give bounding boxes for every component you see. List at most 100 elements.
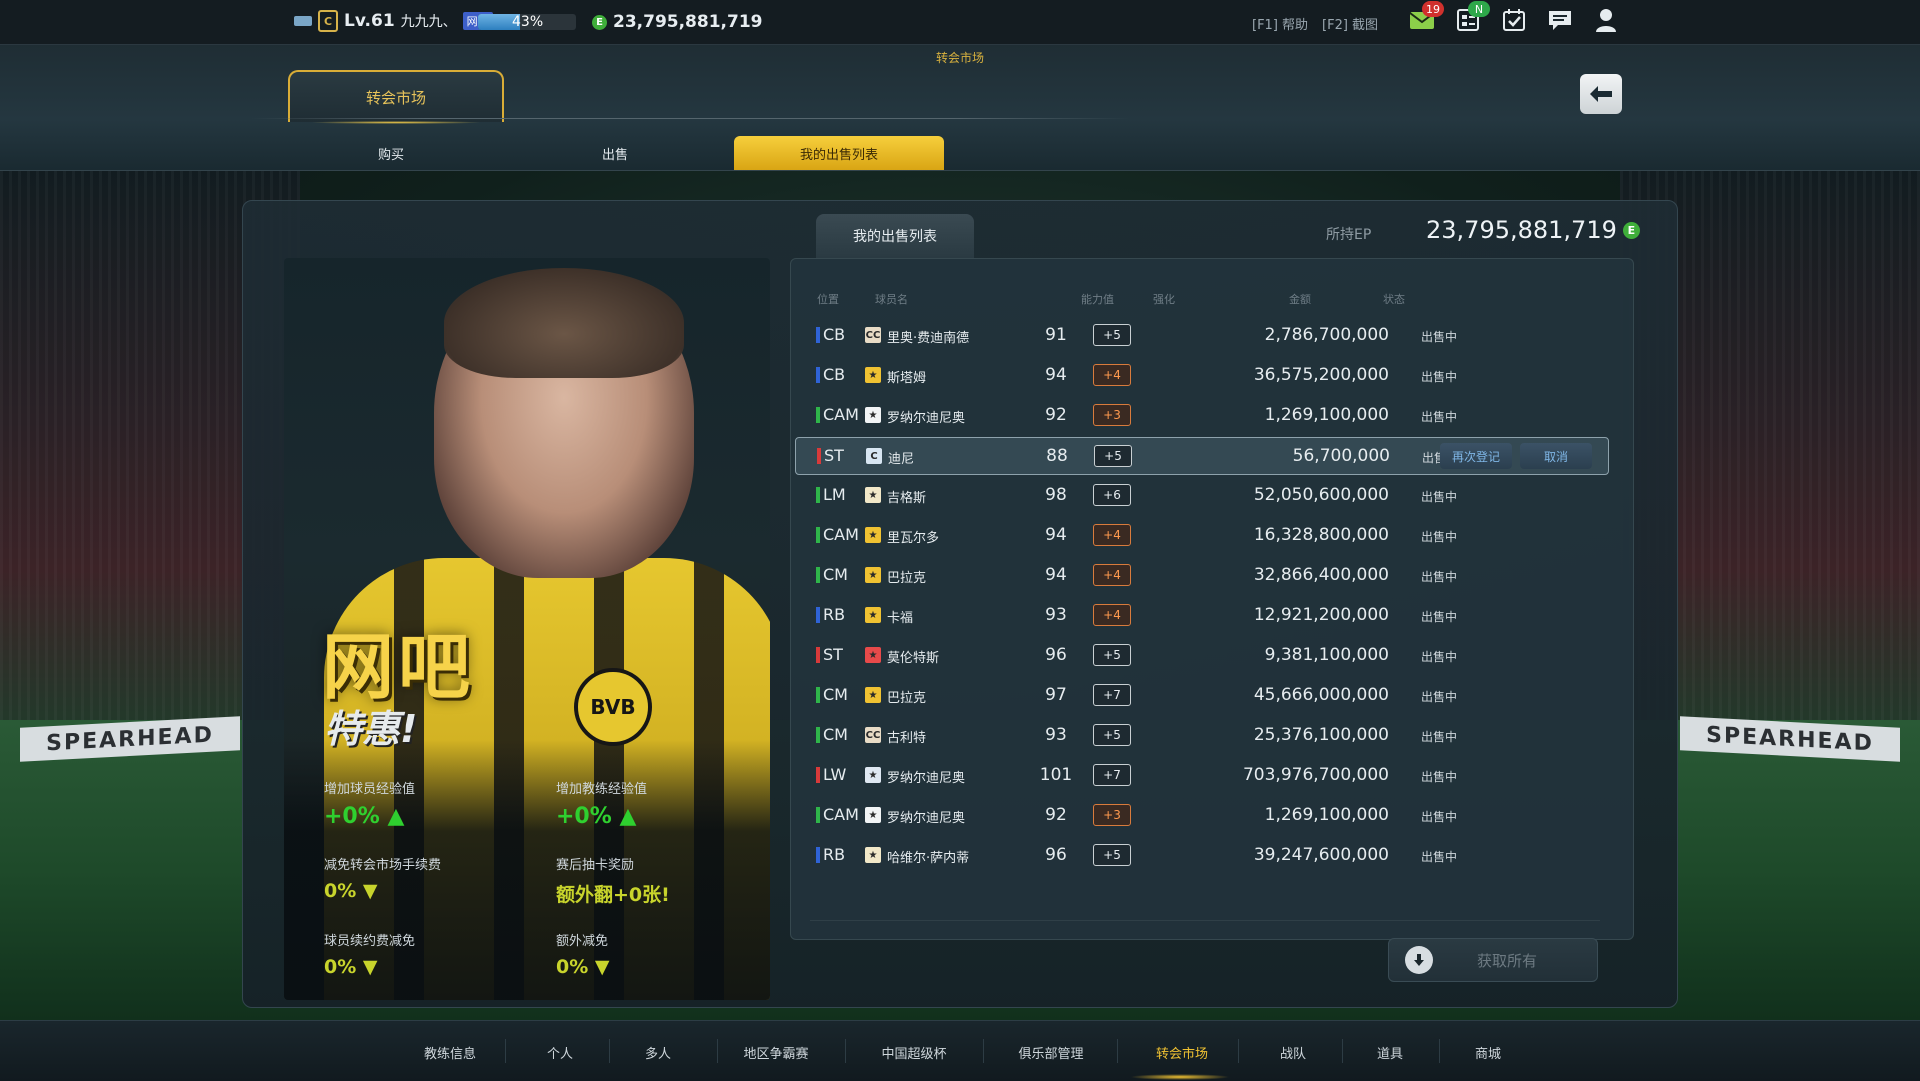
col-header-enhance: 强化 (1153, 293, 1175, 306)
nav-item[interactable]: 道具 (1340, 1043, 1440, 1062)
row-amount: 703,976,700,000 (1242, 765, 1389, 785)
nav-item[interactable]: 俱乐部管理 (1001, 1043, 1101, 1062)
row-player-name: 罗纳尔迪尼奥 (887, 411, 966, 426)
row-amount: 9,381,100,000 (1264, 645, 1389, 665)
table-row[interactable]: RB ★ 哈维尔·萨内蒂 96 +5 39,247,600,000 出售中 (795, 837, 1607, 873)
table-row[interactable]: CM ★ 巴拉克 94 +4 32,866,400,000 出售中 (795, 557, 1607, 593)
level-text: Lv.61 (344, 11, 395, 31)
top-icons: 19 N (1408, 1, 1620, 34)
back-button[interactable] (1580, 74, 1622, 114)
stat-label-player-exp: 增加球员经验值 (324, 782, 416, 797)
table-row[interactable]: CB CC 里奥·费迪南德 91 +5 2,786,700,000 出售中 (795, 317, 1607, 353)
row-enhance-badge: +5 (1093, 324, 1131, 346)
row-amount: 16,328,800,000 (1253, 525, 1389, 545)
tab-divider (250, 118, 1130, 119)
checkin-button[interactable] (1500, 6, 1528, 34)
nav-item[interactable]: 中国超级杯 (864, 1043, 964, 1062)
row-position: CAM (823, 405, 859, 424)
table-row[interactable]: CAM ★ 里瓦尔多 94 +4 16,328,800,000 出售中 (795, 517, 1607, 553)
row-player-name: 哈维尔·萨内蒂 (887, 851, 970, 866)
row-ovr: 98 (1045, 485, 1067, 505)
col-header-ovr: 能力值 (1081, 293, 1114, 306)
row-enhance-badge: +7 (1093, 764, 1131, 786)
row-ovr: 101 (1039, 765, 1073, 785)
table-row[interactable]: CB ★ 斯塔姆 94 +4 36,575,200,000 出售中 (795, 357, 1607, 393)
cancel-listing-button[interactable]: 取消 (1520, 443, 1592, 469)
back-arrow-icon (1590, 86, 1612, 102)
table-row[interactable]: LW ★ 罗纳尔迪尼奥 101 +7 703,976,700,000 出售中 (795, 757, 1607, 793)
row-player-name: 里奥·费迪南德 (887, 331, 970, 346)
row-ovr: 92 (1045, 405, 1067, 425)
mail-button[interactable]: 19 (1408, 1, 1444, 34)
sell-list-table: 位置 球员名 能力值 强化 金额 状态 CB CC 里奥·费迪南德 91 +5 2,786… (790, 258, 1634, 940)
exp-percent: 43% (512, 14, 544, 30)
nav-item[interactable]: 地区争霸赛 (726, 1043, 826, 1062)
news-button[interactable]: N (1454, 1, 1490, 34)
col-header-amount: 金额 (1289, 293, 1311, 306)
row-status: 出售中 (1421, 730, 1458, 744)
row-status: 出售中 (1421, 570, 1458, 584)
table-row[interactable]: CAM ★ 罗纳尔迪尼奥 92 +3 1,269,100,000 出售中 (795, 397, 1607, 433)
stat-value-fee-discount: 0% ▼ (324, 880, 378, 902)
row-player-name: 巴拉克 (887, 691, 927, 706)
profile-button[interactable] (1592, 6, 1620, 34)
table-row[interactable]: CM ★ 巴拉克 97 +7 45,666,000,000 出售中 (795, 677, 1607, 713)
row-status: 出售中 (1421, 850, 1458, 864)
net-cafe-promo-card: BVB 网吧 特惠! 增加球员经验值 +0% ▲ 增加教练经验值 +0% ▲ 减… (284, 258, 770, 1000)
relist-button[interactable]: 再次登记 (1440, 443, 1512, 469)
chat-icon (1549, 11, 1571, 30)
subtab-my-sell-list[interactable]: 我的出售列表 (734, 136, 944, 170)
help-link[interactable]: [F1] 帮助 (1252, 14, 1308, 33)
table-row[interactable]: CM CC 古利特 93 +5 25,376,100,000 出售中 (795, 717, 1607, 753)
list-divider (810, 920, 1600, 921)
nav-item[interactable]: 战队 (1243, 1043, 1343, 1062)
nav-item[interactable]: 多人 (608, 1043, 708, 1062)
position-color-bar (816, 487, 820, 503)
row-enhance-badge: +5 (1093, 644, 1131, 666)
row-player-name: 巴拉克 (887, 571, 927, 586)
nav-item[interactable]: 转会市场 (1132, 1043, 1232, 1062)
tab-transfer-market[interactable]: 转会市场 (288, 70, 504, 124)
card-season-icon: ★ (865, 607, 881, 623)
row-ovr: 92 (1045, 805, 1067, 825)
table-row[interactable]: ST ★ 莫伦特斯 96 +5 9,381,100,000 出售中 (795, 637, 1607, 673)
row-enhance-badge: +6 (1093, 484, 1131, 506)
subtab-sell[interactable]: 出售 (510, 136, 720, 170)
table-row[interactable]: LM ★ 吉格斯 98 +6 52,050,600,000 出售中 (795, 477, 1607, 513)
position-color-bar (816, 607, 820, 623)
ep-label: 所持EP (1326, 227, 1372, 243)
nav-item[interactable]: 个人 (510, 1043, 610, 1062)
card-season-icon: ★ (865, 407, 881, 423)
stat-label-coach-exp: 增加教练经验值 (556, 782, 648, 797)
download-icon (1405, 946, 1433, 974)
tab-my-sell-list[interactable]: 我的出售列表 (816, 214, 974, 258)
screenshot-link[interactable]: [F2] 截图 (1322, 14, 1378, 33)
row-enhance-badge: +5 (1094, 445, 1132, 467)
row-amount: 36,575,200,000 (1253, 365, 1389, 385)
nav-item[interactable]: 教练信息 (400, 1043, 500, 1062)
position-color-bar (816, 527, 820, 543)
table-row[interactable]: STC迪尼88+556,700,000出售中再次登记取消 (795, 437, 1609, 475)
user-icon (1596, 9, 1616, 32)
get-all-button[interactable]: 获取所有 (1388, 938, 1598, 982)
promo-subtitle: 特惠! (324, 707, 418, 751)
position-color-bar (816, 367, 820, 383)
row-status: 出售中 (1421, 690, 1458, 704)
row-status: 出售中 (1421, 410, 1458, 424)
top-bar: C Lv.61 九九九、 网吧 43% E 23,795,881,719 [F1… (0, 0, 1920, 45)
nav-separator (982, 1039, 984, 1063)
row-ovr: 93 (1045, 605, 1067, 625)
nav-item[interactable]: 商城 (1438, 1043, 1538, 1062)
subtab-buy[interactable]: 购买 (286, 136, 496, 170)
chat-button[interactable] (1546, 6, 1574, 34)
table-row[interactable]: CAM ★ 罗纳尔迪尼奥 92 +3 1,269,100,000 出售中 (795, 797, 1607, 833)
nav-separator (1116, 1039, 1118, 1063)
row-status: 出售中 (1421, 770, 1458, 784)
table-row[interactable]: RB ★ 卡福 93 +4 12,921,200,000 出售中 (795, 597, 1607, 633)
subtab-bar: 购买 出售 我的出售列表 (0, 136, 1920, 170)
stat-value-card-reward: 额外翻+0张! (556, 884, 670, 906)
club-crest-icon: BVB (574, 668, 652, 746)
position-color-bar (816, 807, 820, 823)
card-season-icon: ★ (865, 567, 881, 583)
row-player-name: 罗纳尔迪尼奥 (887, 771, 966, 786)
